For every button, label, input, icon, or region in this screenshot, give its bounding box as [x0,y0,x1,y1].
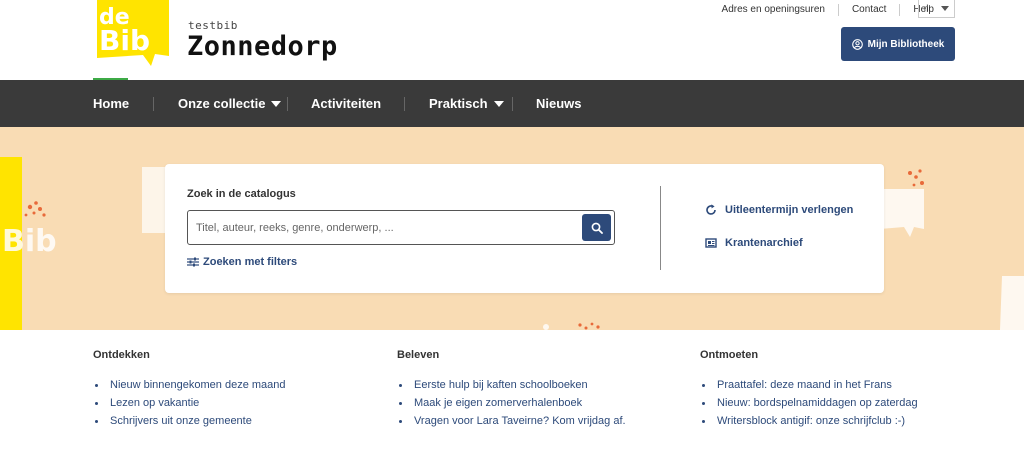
chevron-down-icon [271,100,282,107]
search-field [187,210,615,245]
search-icon [591,222,603,234]
hero-banner: Bib Zoek in de catalogus Titel, auteur, … [0,127,1024,330]
list-item-label: Eerste hulp bij kaften schoolboeken [414,379,588,391]
link-list: Nieuw binnengekomen deze maand Lezen op … [93,376,393,430]
newspaper-icon [705,238,717,248]
nav-divider [404,97,405,111]
list-item-label: Schrijvers uit onze gemeente [110,415,252,427]
chevron-down-icon [941,6,949,11]
nav-collectie[interactable]: Onze collectie [178,80,282,127]
bullet [95,383,98,387]
nav-divider [287,97,288,111]
library-name[interactable]: Zonnedorp [187,31,338,62]
decorative-dots-bottom [543,322,600,330]
nav-divider [153,97,154,111]
search-card: Zoek in de catalogus Zoeken met filters [165,164,884,293]
toplink-address[interactable]: Adres en openingsuren [709,4,838,16]
search-label: Zoek in de catalogus [187,188,296,200]
nav-label: Praktisch [429,96,488,111]
bullet [399,419,402,423]
nav-label: Nieuws [536,96,582,111]
toplink-contact[interactable]: Contact [837,3,899,16]
list-item[interactable]: Nieuw binnengekomen deze maand [93,376,393,394]
bullet [702,401,705,405]
language-value: nl [924,4,931,13]
list-item-label: Praattafel: deze maand in het Frans [717,379,892,391]
bullet [399,383,402,387]
list-item[interactable]: Schrijvers uit onze gemeente [93,412,393,430]
renew-loans-link[interactable]: Uitleentermijn verlengen [705,204,853,216]
nav-activiteiten[interactable]: Activiteiten [311,80,381,127]
list-item[interactable]: Maak je eigen zomerverhalenboek [397,394,697,412]
logo-text-bottom: Bib [99,24,150,57]
bullet [95,419,98,423]
site-header: de Bib testbib Zonnedorp Adres en openin… [0,0,1024,81]
decorative-logo-right [880,169,924,237]
refresh-icon [706,204,716,215]
newspaper-archive-link[interactable]: Krantenarchief [705,237,803,249]
list-item-label: Nieuw: bordspelnamiddagen op zaterdag [717,397,918,409]
main-nav: Home Onze collectie Activiteiten Praktis… [0,80,1024,127]
language-select[interactable]: nl [918,0,955,18]
column-title: Ontmoeten [700,349,759,361]
list-item-label: Writersblock antigif: onze schrijfclub :… [717,415,906,427]
list-item[interactable]: Vragen voor Lara Taveirne? Kom vrijdag a… [397,412,697,430]
nav-label: Onze collectie [178,96,266,111]
link-list: Eerste hulp bij kaften schoolboeken Maak… [397,376,697,430]
user-circle-icon [851,38,863,50]
ghost-logo-letters: Bib [2,224,57,259]
column-ontdekken: Ontdekken Nieuw binnengekomen deze maand… [93,349,393,430]
card-divider [660,186,661,270]
my-library-label: Mijn Bibliotheek [867,38,945,50]
search-input[interactable] [196,211,576,244]
decorative-logo-corner [1000,276,1024,330]
renew-label: Uitleentermijn verlengen [725,204,854,216]
list-item[interactable]: Nieuw: bordspelnamiddagen op zaterdag [700,394,1000,412]
debib-logo[interactable]: de Bib [93,0,171,66]
list-item[interactable]: Lezen op vakantie [93,394,393,412]
list-item-label: Lezen op vakantie [110,397,200,409]
bullet [95,401,98,405]
bullet [399,401,402,405]
link-list: Praattafel: deze maand in het Frans Nieu… [700,376,1000,430]
list-item[interactable]: Eerste hulp bij kaften schoolboeken [397,376,697,394]
nav-nieuws[interactable]: Nieuws [536,80,582,127]
top-links: Adres en openingsuren Contact Help [709,0,948,19]
filters-label: Zoeken met filters [203,256,298,268]
list-item[interactable]: Praattafel: deze maand in het Frans [700,376,1000,394]
nav-divider [512,97,513,111]
nav-home[interactable]: Home [93,80,129,127]
list-item-label: Nieuw binnengekomen deze maand [110,379,286,391]
search-with-filters-link[interactable]: Zoeken met filters [187,256,297,268]
list-item-label: Maak je eigen zomerverhalenboek [414,397,583,409]
decorative-logo-mid [142,167,168,233]
bullet [702,383,705,387]
column-beleven: Beleven Eerste hulp bij kaften schoolboe… [397,349,697,430]
list-item-label: Vragen voor Lara Taveirne? Kom vrijdag a… [414,415,626,427]
my-library-button[interactable]: Mijn Bibliotheek [841,27,955,61]
archive-label: Krantenarchief [725,237,803,249]
search-button[interactable] [582,214,611,241]
nav-label: Home [93,96,130,111]
sliders-icon [187,257,199,267]
bullet [702,419,705,423]
column-ontmoeten: Ontmoeten Praattafel: deze maand in het … [700,349,1000,430]
list-item[interactable]: Writersblock antigif: onze schrijfclub :… [700,412,1000,430]
nav-label: Activiteiten [311,96,382,111]
nav-praktisch[interactable]: Praktisch [429,80,504,127]
decorative-logo-left: Bib [2,201,57,259]
chevron-down-icon [493,100,504,107]
column-title: Beleven [397,349,440,361]
column-title: Ontdekken [93,349,150,361]
